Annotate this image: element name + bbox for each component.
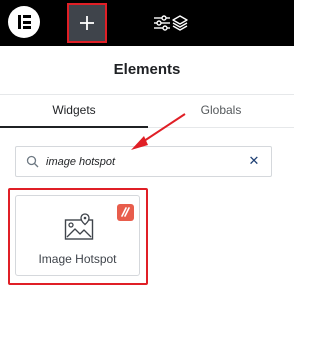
pro-badge-icon bbox=[117, 204, 134, 221]
layers-button[interactable] bbox=[161, 4, 199, 42]
widget-label: Image Hotspot bbox=[38, 252, 117, 266]
top-toolbar bbox=[0, 0, 294, 46]
tab-globals[interactable]: Globals bbox=[148, 95, 294, 128]
search-input[interactable] bbox=[46, 153, 236, 171]
widget-image-hotspot[interactable]: Image Hotspot bbox=[15, 195, 140, 276]
search-box: ✕ bbox=[15, 146, 272, 177]
plus-icon bbox=[80, 16, 94, 30]
layers-icon bbox=[172, 15, 188, 31]
logo-line-3 bbox=[23, 26, 31, 29]
panel-title: Elements bbox=[113, 61, 181, 78]
pro-badge-mark bbox=[121, 207, 130, 217]
logo-line-2 bbox=[23, 20, 31, 24]
search-icon bbox=[26, 155, 39, 168]
logo-line-1 bbox=[23, 15, 31, 18]
logo-bar bbox=[18, 15, 21, 29]
close-icon[interactable]: ✕ bbox=[246, 153, 262, 169]
tab-widgets[interactable]: Widgets bbox=[0, 95, 148, 128]
panel-tabs: Widgets Globals bbox=[0, 94, 294, 128]
add-element-button[interactable] bbox=[67, 3, 107, 43]
image-pin-icon bbox=[64, 213, 94, 240]
elementor-logo-icon[interactable] bbox=[8, 6, 40, 38]
